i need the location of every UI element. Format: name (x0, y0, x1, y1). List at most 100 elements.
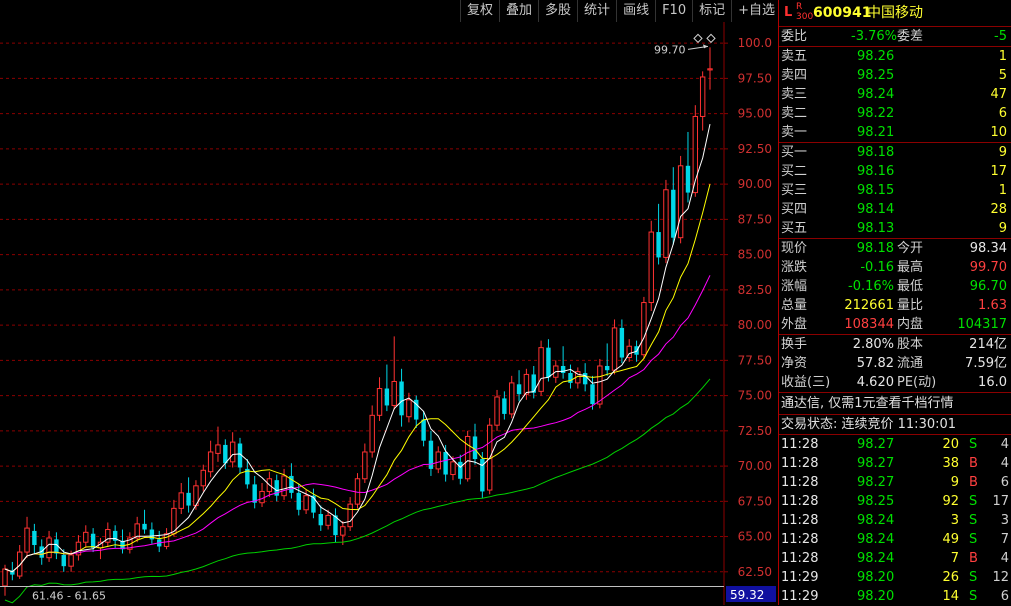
toolbar-button[interactable]: 统计 (577, 0, 617, 22)
candle-body (215, 444, 221, 454)
tick-volume: 7 (950, 551, 959, 566)
tick-row[interactable]: 11:29 98.20 14 S 6 (779, 587, 1011, 606)
candle-body (200, 469, 206, 487)
candle-body (46, 537, 52, 559)
candle-body (648, 231, 654, 304)
fund-label: 换手 (781, 337, 808, 352)
stat-label: 现价 (781, 241, 808, 256)
range-label: 61.46 - 61.65 (32, 589, 106, 602)
stock-name[interactable]: 中国移动 (867, 0, 923, 26)
candle-body (464, 435, 471, 480)
candle-body (318, 514, 323, 526)
bid-level[interactable]: 买五 98.13 9 (779, 219, 1011, 238)
stat-value: 98.34 (969, 241, 1007, 256)
tick-count: 7 (1000, 532, 1009, 547)
candle-body (340, 526, 346, 536)
tick-row[interactable]: 11:28 98.27 20 S 4 (779, 435, 1011, 454)
candle-body (61, 554, 66, 567)
toolbar-button[interactable]: 复权 (460, 0, 500, 22)
level-price: 98.16 (857, 164, 895, 179)
tick-row[interactable]: 11:28 98.27 38 B 4 (779, 454, 1011, 473)
candle-body (707, 68, 713, 71)
ask-level[interactable]: 卖五 98.26 1 (779, 47, 1011, 66)
tick-side: S (969, 589, 978, 604)
toolbar-button[interactable]: +自选 (731, 0, 782, 22)
weibi-label: 委比 (781, 29, 808, 44)
tick-row[interactable]: 11:29 98.20 26 S 12 (779, 568, 1011, 587)
toolbar-button[interactable]: 叠加 (499, 0, 539, 22)
tick-time: 11:29 (781, 589, 819, 604)
candle-body (163, 533, 170, 547)
high-label: 99.70 (654, 43, 686, 56)
candle-body (281, 475, 287, 497)
bid-level[interactable]: 买四 98.14 28 (779, 200, 1011, 219)
level-label: 买三 (781, 183, 808, 198)
level-label: 买四 (781, 202, 808, 217)
diamond-marker-icon[interactable] (693, 33, 703, 44)
tick-row[interactable]: 11:28 98.24 49 S 7 (779, 530, 1011, 549)
candle-body (611, 327, 618, 371)
toolbar-button[interactable]: F10 (655, 0, 693, 22)
stat-value: 108344 (844, 317, 894, 332)
stock-code[interactable]: 600941 (813, 0, 871, 26)
stat-value: -0.16% (848, 279, 894, 294)
y-tick-label: 87.50 (738, 212, 772, 226)
level-label: 卖三 (781, 87, 808, 102)
level-volume: 9 (998, 145, 1007, 160)
level-label: 卖二 (781, 106, 808, 121)
toolbar-button[interactable]: 标记 (692, 0, 732, 22)
level-label: 卖五 (781, 49, 808, 64)
candle-body (362, 451, 368, 480)
fund-label: PE(动) (897, 375, 937, 390)
fund-label: 收益(三) (781, 375, 831, 390)
tick-price: 98.20 (857, 589, 895, 604)
y-tick-label: 80.00 (738, 318, 772, 332)
market-tag: L (784, 5, 793, 20)
ask-level[interactable]: 卖四 98.25 5 (779, 66, 1011, 85)
bid-level[interactable]: 买一 98.18 9 (779, 143, 1011, 162)
tick-row[interactable]: 11:28 98.24 3 S 3 (779, 511, 1011, 530)
candle-body (663, 189, 669, 258)
diamond-marker-icon[interactable] (706, 33, 716, 44)
candle-body (24, 527, 30, 553)
tick-price: 98.25 (857, 494, 895, 509)
tick-row[interactable]: 11:28 98.25 92 S 17 (779, 492, 1011, 511)
tick-row[interactable]: 11:28 98.24 7 B 4 (779, 549, 1011, 568)
bid-level[interactable]: 买二 98.16 17 (779, 162, 1011, 181)
fund-row: 换手 2.80% 股本 214亿 (779, 335, 1011, 354)
bid-level[interactable]: 买三 98.15 1 (779, 181, 1011, 200)
candle-body (494, 396, 500, 426)
tick-volume: 9 (950, 475, 959, 490)
tick-row[interactable]: 11:28 98.27 9 B 6 (779, 473, 1011, 492)
toolbar-button[interactable]: 多股 (538, 0, 578, 22)
ask-level[interactable]: 卖一 98.21 10 (779, 123, 1011, 142)
ask-level[interactable]: 卖二 98.22 6 (779, 104, 1011, 123)
y-tick-label: 70.00 (738, 459, 772, 473)
candle-body (391, 380, 397, 406)
ask-level[interactable]: 卖三 98.24 47 (779, 85, 1011, 104)
tick-side: B (969, 551, 978, 566)
tick-list[interactable]: 11:28 98.27 20 S 4 11:28 98.27 38 B 4 11:28 98.27 9 B… (779, 435, 1011, 606)
candle-body (656, 232, 661, 258)
y-tick-label: 75.00 (738, 389, 772, 403)
toolbar-button[interactable]: 画线 (616, 0, 656, 22)
stats-row: 涨幅 -0.16% 最低 96.70 (779, 277, 1011, 296)
fund-label: 净资 (781, 356, 808, 371)
candle-body (677, 165, 684, 239)
ask-book: 卖五 98.26 1 卖四 98.25 5 卖三 98.24 47 卖二 98.22 6 卖一 98.21… (779, 46, 1011, 142)
candle-body (641, 302, 647, 356)
candle-body (207, 451, 214, 473)
stats-row: 外盘 108344 内盘 104317 (779, 315, 1011, 334)
candle-body (2, 568, 8, 587)
candle-body (369, 414, 375, 453)
tick-side: S (969, 513, 978, 528)
candle-body (546, 347, 551, 378)
ma20-line (4, 275, 711, 573)
stat-label: 今开 (897, 241, 924, 256)
tick-volume: 20 (942, 437, 959, 452)
y-tick-label: 77.50 (738, 353, 772, 367)
promo-banner[interactable]: 通达信, 仅需1元查看千档行情 (779, 392, 1011, 414)
stat-value: 1.63 (978, 298, 1007, 313)
kline-chart[interactable]: 100.0 97.50 95.00 92.50 90.00 87.50 85.00 82.50… (0, 0, 778, 605)
tick-time: 11:28 (781, 456, 819, 471)
